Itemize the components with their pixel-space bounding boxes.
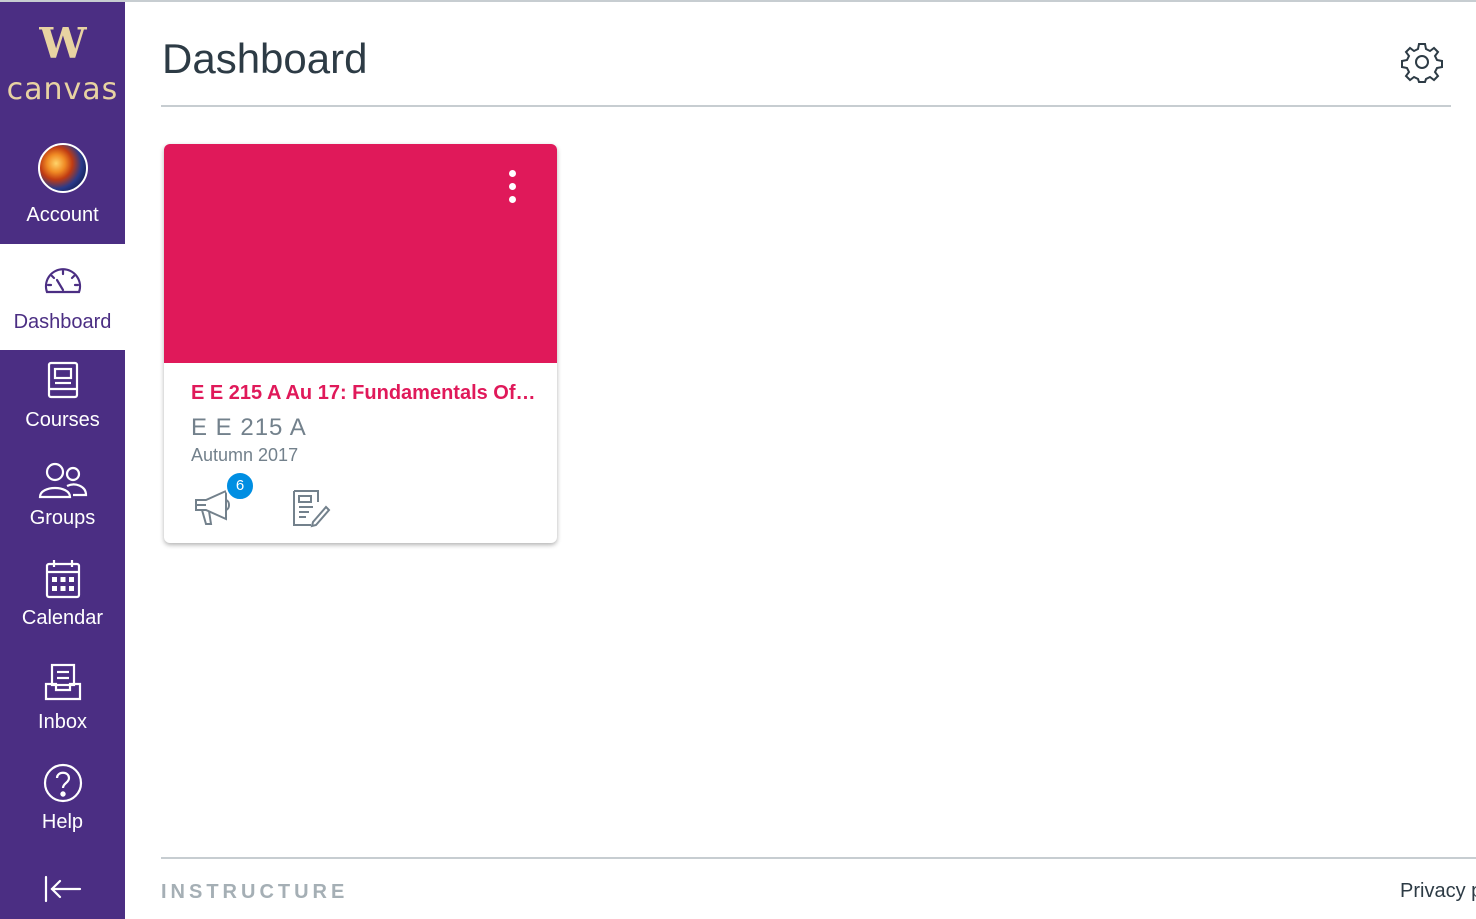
nav-label-courses: Courses	[25, 409, 100, 431]
course-card-code: E E 215 A	[191, 414, 307, 441]
nav-item-inbox[interactable]: Inbox	[0, 662, 125, 754]
course-card-term: Autumn 2017	[191, 445, 299, 465]
courses-icon	[47, 361, 78, 399]
nav-label-dashboard: Dashboard	[13, 311, 112, 333]
canvas-logo[interactable]: W canvas	[0, 2, 125, 128]
course-card-menu-button[interactable]	[496, 170, 528, 210]
nav-item-groups[interactable]: Groups	[0, 460, 125, 550]
nav-item-calendar[interactable]: Calendar	[0, 558, 125, 653]
avatar	[37, 143, 88, 193]
global-nav: W canvas Account Dashboard Courses Group…	[0, 2, 125, 919]
course-card: E E 215 A Au 17: Fundamentals Of Electri…	[164, 144, 557, 543]
nav-label-inbox: Inbox	[38, 711, 87, 733]
groups-icon	[38, 462, 87, 499]
logo-mark: W	[39, 19, 86, 68]
inbox-icon	[44, 663, 81, 701]
nav-label-groups: Groups	[29, 507, 96, 529]
gear-icon	[1401, 43, 1443, 83]
nav-item-account[interactable]: Account	[0, 128, 125, 244]
nav-item-dashboard[interactable]: Dashboard	[0, 244, 125, 350]
instructure-logo[interactable]: INSTRUCTURE	[161, 880, 348, 904]
privacy-policy-link[interactable]: Privacy policy	[1400, 879, 1476, 903]
course-card-title[interactable]: E E 215 A Au 17: Fundamentals Of Electri…	[191, 381, 536, 405]
nav-item-help[interactable]: Help	[0, 762, 125, 852]
nav-item-courses[interactable]: Courses	[0, 360, 125, 450]
help-icon	[43, 763, 82, 803]
nav-label-calendar: Calendar	[21, 607, 104, 629]
page-title: Dashboard	[162, 35, 368, 82]
top-border	[0, 0, 1476, 2]
footer-divider	[161, 857, 1476, 859]
calendar-icon	[45, 560, 80, 599]
assignments-button[interactable]	[291, 488, 331, 528]
dashboard-options-button[interactable]	[1400, 40, 1444, 84]
header-divider	[161, 105, 1451, 107]
nav-label-help: Help	[41, 811, 84, 833]
logo-wordmark: canvas	[6, 72, 119, 107]
collapse-nav-button[interactable]	[0, 874, 125, 914]
collapse-arrow-icon	[44, 875, 81, 903]
dashboard-icon	[44, 268, 81, 294]
announcements-badge: 6	[225, 471, 255, 501]
assignments-icon	[293, 490, 331, 528]
kebab-menu-icon	[496, 170, 528, 203]
nav-label-account: Account	[26, 204, 99, 226]
